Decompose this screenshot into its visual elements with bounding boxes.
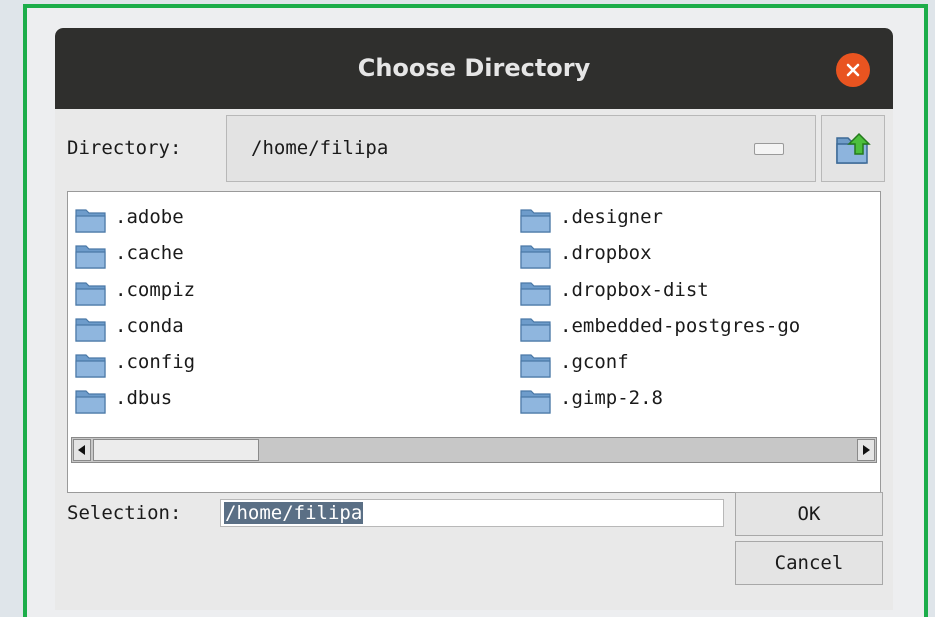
folder-icon (520, 318, 551, 342)
folder-icon (75, 245, 106, 269)
close-icon (846, 63, 860, 77)
scroll-left-button[interactable] (73, 439, 91, 461)
scrollbar-thumb[interactable] (93, 439, 259, 461)
folder-icon (75, 209, 106, 233)
combo-handle[interactable] (754, 143, 784, 155)
selection-label: Selection: (67, 502, 182, 524)
folder-name: .cache (115, 242, 184, 265)
folder-icon (520, 390, 551, 415)
selection-text: /home/filipa (224, 502, 364, 524)
folder-icon (75, 318, 106, 342)
folder-name: .config (115, 351, 196, 374)
directory-path: /home/filipa (251, 137, 389, 159)
selection-input[interactable]: /home/filipa (220, 499, 724, 527)
directory-list[interactable]: .adobe .cache .compiz .conda .config .dbus .d… (67, 191, 881, 493)
folder-name: .gimp-2.8 (560, 387, 663, 410)
folder-name: .dropbox (560, 242, 652, 265)
folder-name: .adobe (115, 206, 184, 228)
title-bar[interactable]: Choose Directory (55, 28, 893, 109)
folder-name: .dbus (115, 387, 173, 410)
parent-directory-button[interactable] (821, 115, 885, 182)
folder-icon (520, 354, 551, 378)
directory-label: Directory: (67, 137, 182, 159)
folder-name: .compiz (115, 278, 196, 301)
dialog-title: Choose Directory (357, 54, 591, 82)
arrow-left-icon (78, 445, 85, 455)
folder-icon (520, 281, 551, 306)
close-button[interactable] (836, 53, 870, 87)
folder-icon (520, 209, 551, 233)
scroll-right-button[interactable] (857, 439, 875, 461)
folder-name: .embedded-postgres-go (560, 314, 801, 337)
folder-name: .gconf (560, 351, 629, 374)
folder-icon (75, 390, 106, 415)
folder-name: .dropbox-dist (560, 278, 709, 301)
folder-icon (75, 281, 106, 306)
folder-icon (75, 354, 106, 378)
folder-name: .conda (115, 314, 184, 337)
folder-up-icon (836, 132, 871, 164)
ok-button[interactable]: OK (735, 492, 883, 536)
cancel-button[interactable]: Cancel (735, 541, 883, 585)
folder-name: .designer (560, 206, 663, 228)
choose-directory-dialog: Choose Directory Directory: /home/filipa… (55, 28, 893, 610)
horizontal-scrollbar[interactable] (71, 437, 877, 463)
folder-icon (520, 245, 551, 269)
dialog-content: Directory: /home/filipa .adobe .cache .com… (55, 109, 893, 610)
directory-combo[interactable]: /home/filipa (226, 115, 816, 182)
arrow-right-icon (863, 445, 870, 455)
